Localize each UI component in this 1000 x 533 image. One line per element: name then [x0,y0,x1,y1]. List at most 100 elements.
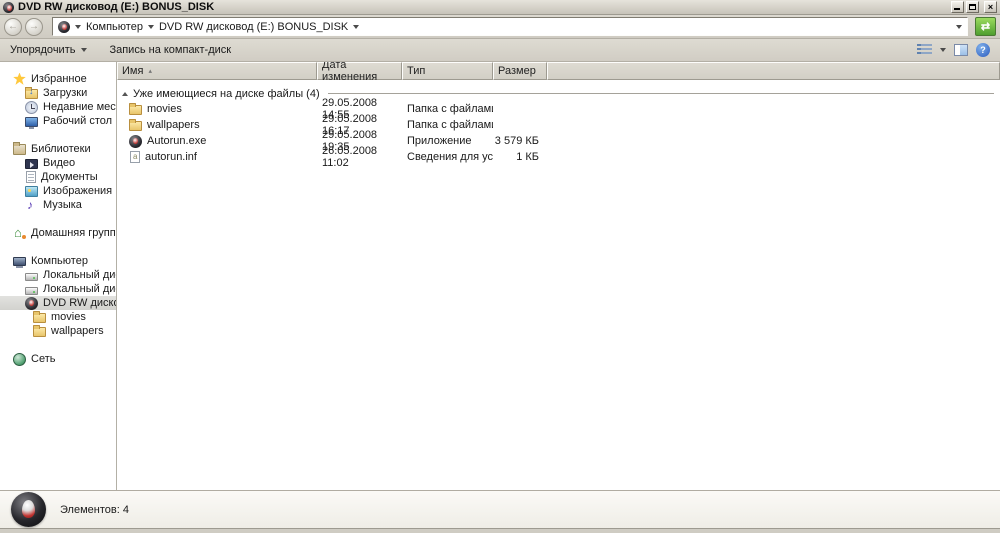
sidebar-item-label: Музыка [43,199,82,211]
sidebar-item-label: Компьютер [31,255,88,267]
folder-icon [129,119,142,131]
file-row[interactable]: Autorun.exe 29.05.2008 19:35 Приложение 3 5… [117,129,1000,153]
title-bar: DVD RW дисковод (E:) BONUS_DISK × [0,0,1000,15]
file-name: autorun.inf [145,151,197,163]
sidebar-item-label: Домашняя группа [31,227,117,239]
column-label: Имя [122,65,144,77]
window-bottom-frame [0,528,1000,533]
sidebar: Избранное Загрузки Недавние места Рабочий с… [0,62,117,490]
sidebar-item[interactable]: Домашняя группа [0,225,117,240]
organize-button[interactable]: Упорядочить [10,44,88,56]
column-header-name[interactable]: Имя ▴ [117,62,317,80]
burn-label: Запись на компакт-диск [109,44,232,56]
folder-down-icon [25,86,38,99]
close-button[interactable]: × [984,1,997,13]
drive-icon [25,286,38,295]
window-title: DVD RW дисковод (E:) BONUS_DISK [18,1,215,13]
address-dropdown-icon[interactable] [956,24,962,29]
column-header-filler [547,62,1000,80]
sidebar-item-label: Локальный диск (D:) [43,283,116,295]
status-bar: Элементов: 4 [0,490,1000,528]
inf-icon [130,151,140,163]
address-bar[interactable]: Компьютер DVD RW дисковод (E:) BONUS_DIS… [52,17,968,36]
file-rows: movies 29.05.2008 14:55 Папка с файлами wal… [117,97,1000,169]
desktop-icon [25,116,38,129]
file-list-pane: Имя ▴ Дата изменения Тип Размер Уже имею… [117,62,1000,490]
file-group-header[interactable]: Уже имеющиеся на диске файлы (4) [117,86,1000,101]
file-size: 1 КБ [516,151,539,163]
sidebar-item[interactable]: Загрузки [0,86,116,100]
column-label: Тип [407,65,426,77]
file-name-cell: wallpapers [117,119,317,131]
sidebar-item[interactable]: Сеть [0,352,116,366]
sidebar-item[interactable]: wallpapers [0,324,116,338]
drive-icon [25,272,38,281]
navigation-bar: ← → Компьютер DVD RW дисковод (E:) BONUS… [0,15,1000,39]
folder-icon [33,325,46,337]
sidebar-item[interactable]: Видео [0,156,116,170]
file-row[interactable]: autorun.inf 26.05.2008 11:02 Сведения для … [117,145,1000,169]
minimize-button[interactable] [951,1,964,13]
sidebar-item[interactable]: movies [0,310,116,324]
restore-icon [969,4,976,10]
homegroup-icon [13,225,26,240]
sidebar-item[interactable]: Локальный диск (D:) [0,282,116,296]
command-bar-right: ? [917,43,990,57]
file-row[interactable]: movies 29.05.2008 14:55 Папка с файлами [117,97,1000,121]
sidebar-item[interactable]: Музыка [0,198,116,212]
column-label: Дата изменения [322,62,378,83]
sidebar-item-label: Загрузки [43,87,88,99]
sidebar-item[interactable]: DVD RW дисковод (E [0,296,116,310]
sidebar-item[interactable]: Компьютер [0,254,116,268]
window-controls: × [951,1,997,13]
file-name: wallpapers [147,119,200,131]
sidebar-item-label: Избранное [31,73,87,85]
sidebar-item[interactable]: Библиотеки [0,142,116,156]
sidebar-item[interactable]: Документы [0,170,116,184]
sidebar-item[interactable]: Локальный диск (C:) [0,268,116,282]
chevron-down-icon[interactable] [147,24,154,29]
sidebar-item-label: wallpapers [51,325,104,337]
sidebar-item-label: Изображения [43,185,113,197]
sidebar-item-label: Видео [43,157,76,169]
file-type: Сведения для уст… [407,151,493,163]
help-icon[interactable]: ? [976,43,990,57]
views-dropdown-icon[interactable] [940,48,946,52]
preview-pane-icon[interactable] [954,44,968,56]
column-headers: Имя ▴ Дата изменения Тип Размер [117,62,1000,83]
network-icon [13,352,26,366]
chevron-down-icon[interactable] [353,24,360,29]
items-count: Элементов: 4 [60,503,129,516]
chevron-down-icon[interactable] [75,24,81,29]
file-type: Приложение [407,135,472,147]
command-bar: Упорядочить Запись на компакт-диск ? [0,39,1000,62]
file-name-cell: autorun.inf [117,151,317,163]
sidebar-item-label: Библиотеки [31,143,91,155]
collapse-group-icon[interactable] [122,91,128,96]
refresh-button[interactable]: ⇄ [975,17,996,36]
views-icon[interactable] [917,44,932,56]
forward-button[interactable]: → [25,17,43,36]
column-header-type[interactable]: Тип [402,62,493,80]
file-name-cell: movies [117,103,317,115]
sidebar-item[interactable]: Рабочий стол [0,114,116,129]
file-size: 3 579 КБ [494,135,539,147]
sidebar-item[interactable]: Изображения [0,184,116,198]
restore-button[interactable] [966,1,979,13]
disc-icon [25,296,38,310]
sidebar-item[interactable]: Избранное [0,72,116,86]
file-row[interactable]: wallpapers 29.05.2008 16:17 Папка с файлам… [117,113,1000,137]
folder-icon [129,103,142,115]
doc-icon [26,171,36,183]
column-header-date[interactable]: Дата изменения [317,62,402,83]
column-header-size[interactable]: Размер [493,62,547,80]
disc-thumbnail-icon [11,492,46,527]
breadcrumb-computer[interactable]: Компьютер [86,21,143,33]
breadcrumb-current[interactable]: DVD RW дисковод (E:) BONUS_DISK [159,21,348,33]
burn-disc-button[interactable]: Запись на компакт-диск [109,44,231,56]
back-button[interactable]: ← [4,17,22,36]
sidebar-item-label: Документы [41,171,98,183]
sidebar-item[interactable]: Недавние места [0,100,116,114]
file-name: Autorun.exe [147,135,207,147]
file-name: movies [147,103,182,115]
